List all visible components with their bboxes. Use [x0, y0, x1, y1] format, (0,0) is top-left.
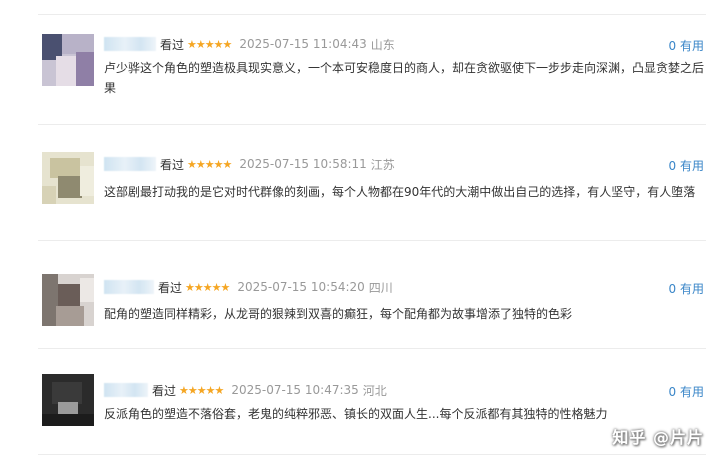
review-location: 四川	[368, 280, 393, 295]
useful-button[interactable]: 0 有用	[669, 157, 704, 174]
review-location: 河北	[362, 383, 387, 398]
username-blurred[interactable]	[104, 157, 156, 171]
divider	[38, 348, 706, 349]
divider	[38, 454, 706, 455]
review-time: 2025-07-15 10:47:35	[231, 383, 359, 397]
review-content: 这部剧最打动我的是它对时代群像的刻画，每个人物都在90年代的大潮中做出自己的选择…	[104, 185, 696, 199]
username-blurred[interactable]	[104, 37, 156, 51]
review-time: 2025-07-15 10:54:20	[237, 280, 365, 294]
rating-stars: ★★★★★	[187, 157, 232, 171]
review-item: 看过 ★★★★★ 2025-07-15 10:58:11 江苏 0 有用 这部剧…	[0, 128, 720, 238]
review-content: 反派角色的塑造不落俗套，老鬼的纯粹邪恶、镇长的双面人生...每个反派都有其独特的…	[104, 407, 608, 421]
username-blurred[interactable]	[104, 383, 148, 397]
watch-status: 看过	[158, 280, 183, 295]
watch-status: 看过	[160, 37, 185, 52]
useful-button[interactable]: 0 有用	[669, 37, 704, 54]
useful-button[interactable]: 0 有用	[669, 280, 704, 297]
review-time: 2025-07-15 11:04:43	[239, 37, 367, 51]
watch-status: 看过	[152, 383, 177, 398]
review-content: 配角的塑造同样精彩，从龙哥的狠辣到双喜的癫狂，每个配角都为故事增添了独特的色彩	[104, 307, 573, 321]
watermark: 知乎 @片片	[612, 428, 704, 447]
useful-button[interactable]: 0 有用	[669, 383, 704, 400]
divider	[38, 240, 706, 241]
rating-stars: ★★★★★	[187, 37, 232, 51]
review-location: 山东	[370, 37, 395, 52]
review-meta: 看过 ★★★★★ 2025-07-15 11:04:43 山东	[104, 35, 395, 53]
rating-stars: ★★★★★	[179, 383, 224, 397]
divider	[38, 124, 706, 125]
review-time: 2025-07-15 10:58:11	[239, 157, 367, 171]
watch-status: 看过	[160, 157, 185, 172]
avatar[interactable]	[42, 274, 94, 326]
username-blurred[interactable]	[104, 280, 154, 294]
review-location: 江苏	[370, 157, 395, 172]
review-meta: 看过 ★★★★★ 2025-07-15 10:47:35 河北	[104, 381, 387, 399]
rating-stars: ★★★★★	[185, 280, 230, 294]
divider	[38, 14, 706, 15]
review-content: 卢少骅这个角色的塑造极具现实意义，一个本可安稳度日的商人，却在贪欲驱使下一步步走…	[104, 61, 705, 95]
review-meta: 看过 ★★★★★ 2025-07-15 10:54:20 四川	[104, 278, 393, 296]
avatar[interactable]	[42, 152, 94, 204]
avatar[interactable]	[42, 374, 94, 426]
review-meta: 看过 ★★★★★ 2025-07-15 10:58:11 江苏	[104, 155, 395, 173]
avatar[interactable]	[42, 34, 94, 86]
review-item: 看过 ★★★★★ 2025-07-15 10:54:20 四川 0 有用 配角的…	[0, 244, 720, 354]
review-list: 看过 ★★★★★ 2025-07-15 11:04:43 山东 0 有用 卢少骅…	[0, 0, 720, 460]
review-item: 看过 ★★★★★ 2025-07-15 11:04:43 山东 0 有用 卢少骅…	[0, 18, 720, 128]
